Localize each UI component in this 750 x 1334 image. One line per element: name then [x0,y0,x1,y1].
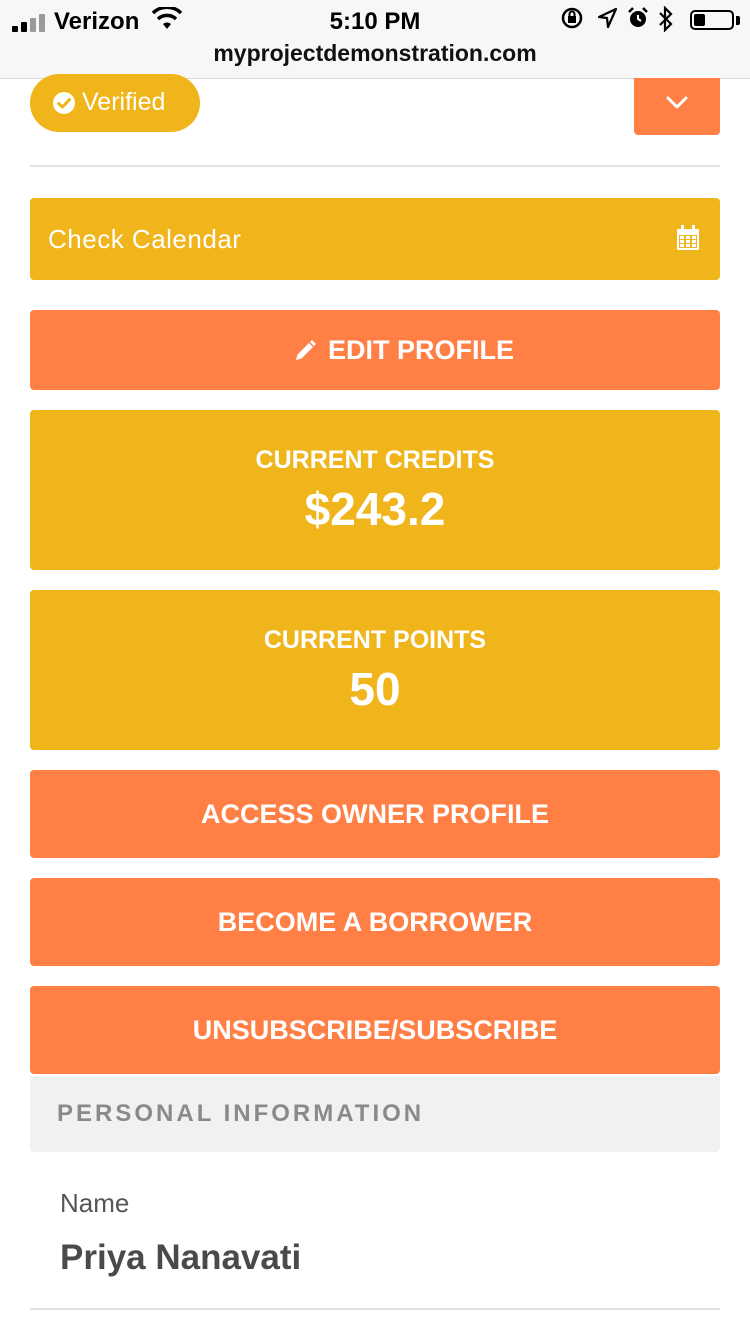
credits-value: $243.2 [304,483,446,535]
name-value: Priya Nanavati [60,1238,302,1277]
personal-info-header: PERSONAL INFORMATION [30,1076,720,1152]
check-calendar-input[interactable]: Check Calendar [30,198,720,280]
verified-label: Verified [82,88,166,116]
status-row: Verizon 5:10 PM [0,6,750,36]
check-circle-icon [53,92,75,114]
url-bar[interactable]: myprojectdemonstration.com [0,40,750,67]
chevron-down-icon [666,96,688,109]
calendar-placeholder: Check Calendar [48,224,242,254]
calendar-icon [677,225,699,250]
alarm-icon [628,7,648,27]
name-divider [30,1308,720,1310]
credits-card: CURRENT CREDITS $243.2 [30,410,720,570]
subscribe-toggle-button[interactable]: UNSUBSCRIBE/SUBSCRIBE [30,986,720,1074]
pencil-icon [296,340,316,360]
access-owner-profile-button[interactable]: ACCESS OWNER PROFILE [30,770,720,858]
header-divider [30,165,720,167]
points-value: 50 [349,663,401,715]
orientation-lock-icon [561,7,583,29]
verified-badge: Verified [30,74,200,132]
edit-profile-label: EDIT PROFILE [328,335,515,365]
menu-dropdown-button[interactable] [634,78,720,135]
become-borrower-button[interactable]: BECOME A BORROWER [30,878,720,966]
section-title: PERSONAL INFORMATION [57,1100,425,1127]
status-bar: Verizon 5:10 PM myprojectdemonstration.c… [0,0,750,79]
battery-tip [736,16,740,25]
points-card: CURRENT POINTS 50 [30,590,720,750]
location-icon [597,7,618,29]
battery-icon [690,10,734,30]
edit-profile-button[interactable]: EDIT PROFILE [30,310,720,390]
points-label: CURRENT POINTS [263,626,487,654]
bluetooth-icon [659,6,673,32]
name-label: Name [60,1188,130,1218]
credits-label: CURRENT CREDITS [255,446,495,474]
